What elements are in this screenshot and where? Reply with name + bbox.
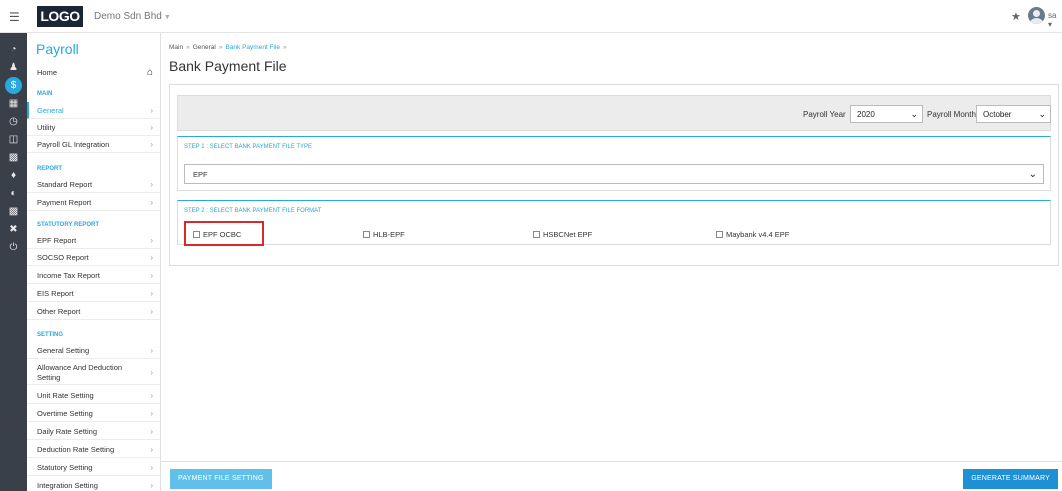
chevron-down-icon: ⌄ xyxy=(1038,109,1046,119)
user-menu[interactable]: sa ▾ xyxy=(1048,11,1062,29)
sidebar-item-payment-report[interactable]: Payment Report › xyxy=(27,194,160,211)
chevron-right-icon: › xyxy=(150,198,153,207)
sidebar-item-general[interactable]: General › xyxy=(27,102,160,119)
chevron-right-icon: › xyxy=(150,445,153,454)
tools-icon[interactable]: ✖ xyxy=(5,221,22,238)
chevron-right-icon: › xyxy=(150,106,153,115)
section-report: REPORT xyxy=(37,166,63,172)
breadcrumb-main[interactable]: Main xyxy=(169,44,183,51)
chevron-right-icon: › xyxy=(150,463,153,472)
option-hsbcnet-epf[interactable]: HSBCNet EPF xyxy=(533,230,592,239)
sidebar-item-general-setting[interactable]: General Setting › xyxy=(27,342,160,359)
chevron-right-icon: › xyxy=(150,346,153,355)
chevron-right-icon: › xyxy=(150,123,153,132)
generate-summary-button[interactable]: GENERATE SUMMARY xyxy=(963,469,1058,489)
chevron-right-icon: › xyxy=(150,236,153,245)
chevron-down-icon: ⌄ xyxy=(910,109,918,119)
payroll-dollar-icon[interactable]: $ xyxy=(5,77,22,94)
option-hlb-epf[interactable]: HLB-EPF xyxy=(363,230,405,239)
hamburger-menu-icon[interactable]: ☰ xyxy=(9,10,20,24)
sidebar-item-utility[interactable]: Utility › xyxy=(27,119,160,136)
filter-bar: Payroll Year 2020 ⌄ Payroll Month October… xyxy=(177,95,1051,131)
training-icon[interactable]: ♦ xyxy=(5,167,22,184)
step1-title: STEP 1 : SELECT BANK PAYMENT FILE TYPE xyxy=(184,144,313,150)
payroll-month-select[interactable]: October ⌄ xyxy=(976,105,1051,123)
checkbox[interactable] xyxy=(363,231,370,238)
chevron-right-icon: › xyxy=(150,427,153,436)
payroll-year-select[interactable]: 2020 ⌄ xyxy=(850,105,923,123)
logo[interactable]: LOGO xyxy=(37,6,83,27)
breadcrumb-general[interactable]: General xyxy=(193,44,216,51)
sidebar-item-home[interactable]: Home ⌂ xyxy=(27,63,160,82)
calendar-icon[interactable]: ▦ xyxy=(5,95,22,112)
chevron-right-icon: › xyxy=(150,180,153,189)
chevron-right-icon: › xyxy=(150,140,153,149)
bottom-action-bar: PAYMENT FILE SETTING GENERATE SUMMARY xyxy=(161,461,1062,491)
home-icon: ⌂ xyxy=(146,67,153,78)
dashboard-icon[interactable]: ◔ xyxy=(5,41,22,58)
highlight-box xyxy=(184,221,264,246)
appraisal-icon[interactable]: ◐ xyxy=(5,185,22,202)
chevron-right-icon: › xyxy=(150,253,153,262)
breadcrumb: Main» General» Bank Payment File» xyxy=(169,44,287,51)
chevron-right-icon: › xyxy=(150,481,153,490)
payroll-year-label: Payroll Year xyxy=(803,110,846,119)
content-panel: Payroll Year 2020 ⌄ Payroll Month October… xyxy=(169,84,1059,266)
sidebar-item-epf-report[interactable]: EPF Report › xyxy=(27,232,160,249)
step2-panel: STEP 2 : SELECT BANK PAYMENT FILE FORMAT… xyxy=(177,200,1051,246)
leave-calendar-icon[interactable]: ▩ xyxy=(5,149,22,166)
user-name: sa xyxy=(1048,11,1057,20)
employees-icon[interactable]: ♟ xyxy=(5,59,22,76)
sidebar-item-eis-report[interactable]: EIS Report › xyxy=(27,285,160,302)
payroll-month-label: Payroll Month xyxy=(927,110,976,119)
sidebar-item-payroll-gl-integration[interactable]: Payroll GL Integration › xyxy=(27,136,160,153)
sidebar-item-standard-report[interactable]: Standard Report › xyxy=(27,176,160,193)
checkbox[interactable] xyxy=(533,231,540,238)
icon-rail: ◔ ♟ $ ▦ ◷ ◫ ▩ ♦ ◐ ▩ ✖ ⏻ xyxy=(0,33,27,491)
breadcrumb-current[interactable]: Bank Payment File xyxy=(225,44,280,51)
favorite-star-icon[interactable]: ★ xyxy=(1011,10,1021,23)
sidebar-item-label: Home xyxy=(37,68,58,77)
section-statutory-report: STATUTORY REPORT xyxy=(37,222,100,228)
sidebar-item-allowance-deduction-setting[interactable]: Allowance And Deduction Setting › xyxy=(27,360,160,385)
top-bar: ☰ LOGO Demo Sdn Bhd ▼ ★ sa ▾ xyxy=(0,0,1062,33)
sidebar-item-integration-setting[interactable]: Integration Setting › xyxy=(27,477,160,491)
chevron-right-icon: › xyxy=(150,368,153,377)
sidebar-item-socso-report[interactable]: SOCSO Report › xyxy=(27,249,160,266)
clock-icon[interactable]: ◷ xyxy=(5,113,22,130)
company-name: Demo Sdn Bhd xyxy=(94,11,162,22)
step2-title: STEP 2 : SELECT BANK PAYMENT FILE FORMAT xyxy=(184,208,322,214)
page-title: Bank Payment File xyxy=(169,58,287,74)
chevron-right-icon: › xyxy=(150,409,153,418)
sidebar-item-daily-rate-setting[interactable]: Daily Rate Setting › xyxy=(27,423,160,440)
chevron-right-icon: › xyxy=(150,307,153,316)
sidebar-item-deduction-rate-setting[interactable]: Deduction Rate Setting › xyxy=(27,441,160,458)
payment-file-setting-button[interactable]: PAYMENT FILE SETTING xyxy=(170,469,272,489)
sidebar-title: Payroll xyxy=(36,41,79,57)
reports-grid-icon[interactable]: ▩ xyxy=(5,203,22,220)
avatar[interactable] xyxy=(1028,7,1045,24)
claim-icon[interactable]: ◫ xyxy=(5,131,22,148)
sidebar-item-unit-rate-setting[interactable]: Unit Rate Setting › xyxy=(27,387,160,404)
section-main: MAIN xyxy=(37,91,53,97)
sidebar-item-statutory-setting[interactable]: Statutory Setting › xyxy=(27,459,160,476)
chevron-right-icon: › xyxy=(150,391,153,400)
section-setting: SETTING xyxy=(37,332,64,338)
step1-panel: STEP 1 : SELECT BANK PAYMENT FILE TYPE E… xyxy=(177,136,1051,191)
file-type-select[interactable]: EPF ⌄ xyxy=(184,164,1044,184)
checkbox[interactable] xyxy=(716,231,723,238)
company-selector[interactable]: Demo Sdn Bhd ▼ xyxy=(94,11,171,22)
chevron-down-icon: ⌄ xyxy=(1028,169,1037,180)
sidebar: Payroll Home ⌂ MAIN General › Utility › Pa… xyxy=(27,33,161,491)
chevron-right-icon: › xyxy=(150,271,153,280)
sidebar-item-income-tax-report[interactable]: Income Tax Report › xyxy=(27,267,160,284)
chevron-down-icon: ▼ xyxy=(163,14,171,21)
sidebar-item-other-report[interactable]: Other Report › xyxy=(27,303,160,320)
option-maybank-v44-epf[interactable]: Maybank v4.4 EPF xyxy=(716,230,789,239)
sidebar-item-overtime-setting[interactable]: Overtime Setting › xyxy=(27,405,160,422)
power-icon[interactable]: ⏻ xyxy=(5,239,22,256)
chevron-right-icon: › xyxy=(150,289,153,298)
